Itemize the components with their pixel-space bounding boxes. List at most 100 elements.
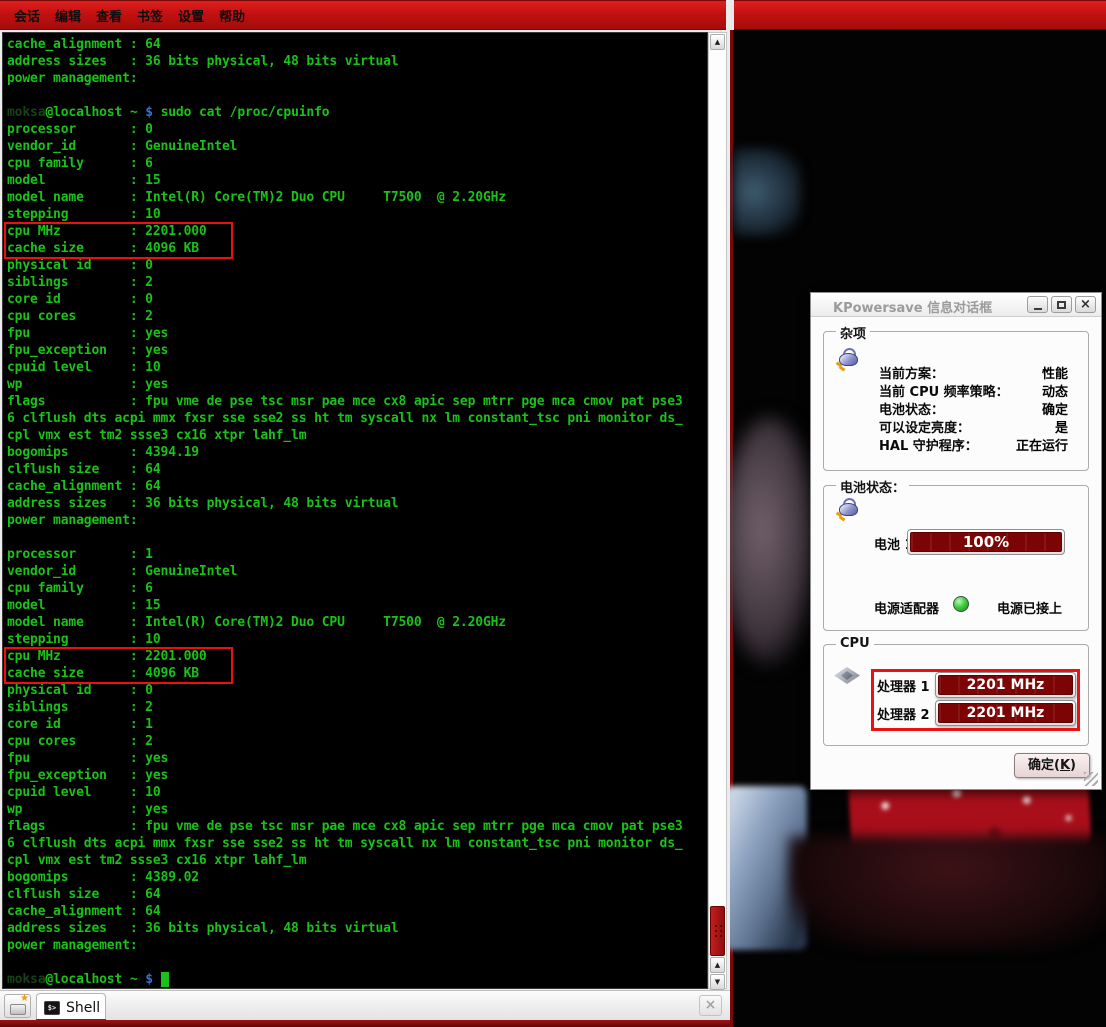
- ok-button[interactable]: 确定(K): [1014, 753, 1090, 778]
- scroll-up-button[interactable]: ▲: [710, 34, 725, 50]
- menu-item-2[interactable]: 查看: [96, 6, 122, 25]
- terminal-line: fpu : yes: [7, 750, 683, 767]
- info-label: 可以设定亮度：: [879, 417, 970, 435]
- terminal-line: fpu : yes: [7, 325, 683, 342]
- video-dark-region: [733, 148, 801, 236]
- terminal-line: siblings : 2: [7, 274, 683, 291]
- resize-grip[interactable]: [1084, 772, 1098, 786]
- menu-item-5[interactable]: 帮助: [219, 6, 245, 25]
- info-row: 当前方案：性能: [879, 363, 1068, 381]
- terminal-line: 6 clflush dts acpi mmx fxsr sse sse2 ss …: [7, 835, 683, 852]
- terminal-line: bogomips : 4394.19: [7, 444, 683, 461]
- adapter-status: 电源已接上: [997, 598, 1062, 617]
- terminal-line: processor : 1: [7, 546, 683, 563]
- maximize-button[interactable]: [1051, 296, 1072, 313]
- menu-item-3[interactable]: 书签: [137, 6, 163, 25]
- menu-item-0[interactable]: 会话: [14, 6, 40, 25]
- terminal-line: [7, 87, 683, 104]
- info-row: 当前 CPU 频率策略： 动态: [879, 381, 1068, 399]
- terminal-line: moksa@localhost ~ $ sudo cat /proc/cpuin…: [7, 104, 683, 121]
- terminal-line: [7, 529, 683, 546]
- terminal-line: bogomips : 4389.02: [7, 869, 683, 886]
- new-session-button[interactable]: ★: [4, 994, 31, 1018]
- info-row: HAL 守护程序：正在运行: [879, 435, 1068, 453]
- terminal-line: vendor_id : GenuineIntel: [7, 138, 683, 155]
- terminal-line: siblings : 2: [7, 699, 683, 716]
- group-misc-legend: 杂项: [836, 323, 870, 342]
- terminal-line: physical id : 0: [7, 257, 683, 274]
- scroll-down-button[interactable]: ▼: [710, 974, 725, 990]
- terminal-line: power management:: [7, 512, 683, 529]
- minimize-icon: [1034, 308, 1042, 310]
- right-top-bar: [734, 0, 1106, 30]
- terminal-line: address sizes : 36 bits physical, 48 bit…: [7, 495, 683, 512]
- terminal-cursor: [161, 972, 169, 987]
- terminal-line: core id : 1: [7, 716, 683, 733]
- group-cpu-legend: CPU: [836, 636, 874, 651]
- terminal-line: processor : 0: [7, 121, 683, 138]
- kpowersave-dialog: KPowersave 信息对话框 × 杂项 当前方案：性能当前 CPU 频率策略…: [810, 292, 1102, 790]
- info-label: 当前方案：: [879, 363, 944, 381]
- menu-bar: 会话编辑查看书签设置帮助: [0, 0, 726, 30]
- highlight-box-cpu-freq: [871, 669, 1080, 731]
- terminal-line: stepping : 10: [7, 206, 683, 223]
- terminal-line: model : 15: [7, 597, 683, 614]
- terminal-line: wp : yes: [7, 376, 683, 393]
- terminal-screen[interactable]: cache_alignment : 64address sizes : 36 b…: [2, 32, 708, 989]
- arrow-up-icon: ▲: [715, 961, 720, 969]
- minimize-button[interactable]: [1027, 296, 1048, 313]
- terminal-line: fpu_exception : yes: [7, 342, 683, 359]
- maximize-icon: [1057, 301, 1066, 309]
- terminal-line: clflush size : 64: [7, 886, 683, 903]
- menu-item-1[interactable]: 编辑: [55, 6, 81, 25]
- info-row: 可以设定亮度：是: [879, 417, 1068, 435]
- video-background: KPowersave 信息对话框 × 杂项 当前方案：性能当前 CPU 频率策略…: [730, 0, 1106, 1027]
- info-value: 动态: [1042, 381, 1068, 399]
- tab-label: Shell: [66, 1000, 100, 1016]
- info-value: 确定: [1042, 399, 1068, 417]
- terminal-line: address sizes : 36 bits physical, 48 bit…: [7, 53, 683, 70]
- menu-item-4[interactable]: 设置: [178, 6, 204, 25]
- session-tab-bar: ★ $> Shell ×: [0, 990, 730, 1020]
- terminal-line: vendor_id : GenuineIntel: [7, 563, 683, 580]
- info-label: 当前 CPU 频率策略：: [879, 381, 1009, 399]
- terminal-line: [7, 954, 683, 971]
- terminal-line: power management:: [7, 937, 683, 954]
- info-value: 正在运行: [1016, 435, 1068, 453]
- terminal-line: cpu cores : 2: [7, 308, 683, 325]
- terminal-line: power management:: [7, 70, 683, 87]
- terminal-line: cache_alignment : 64: [7, 36, 683, 53]
- close-session-button[interactable]: ×: [699, 995, 722, 1016]
- konsole-icon: $>: [44, 1001, 60, 1015]
- adapter-label: 电源适配器: [874, 598, 939, 617]
- terminal-line: cpl vmx est tm2 ssse3 cx16 xtpr lahf_lm: [7, 852, 683, 869]
- terminal-line: flags : fpu vme de pse tsc msr pae mce c…: [7, 393, 683, 410]
- scrollbar-thumb[interactable]: [710, 906, 725, 956]
- terminal-line: cpuid level : 10: [7, 359, 683, 376]
- dialog-titlebar[interactable]: KPowersave 信息对话框 ×: [811, 293, 1101, 317]
- group-battery-legend: 电池状态：: [836, 477, 909, 496]
- battery-progress-bar: 100%: [907, 529, 1065, 555]
- info-label: 电池状态：: [879, 399, 944, 417]
- video-dark-region: [730, 418, 817, 666]
- group-battery: 电池状态： 电池 1 100% 电源适配器 电源已接上: [823, 485, 1089, 631]
- cpu-chip-icon: [834, 667, 860, 684]
- terminal-line: cache_alignment : 64: [7, 478, 683, 495]
- arrow-down-icon: ▼: [715, 978, 720, 986]
- terminal-line: cache_alignment : 64: [7, 903, 683, 920]
- terminal-line: model name : Intel(R) Core(TM)2 Duo CPU …: [7, 189, 683, 206]
- arrow-up-icon: ▲: [715, 38, 720, 46]
- scroll-up-button-bottom[interactable]: ▲: [710, 957, 725, 973]
- star-icon: ★: [20, 994, 29, 1004]
- highlight-box-cpu0: [4, 222, 233, 259]
- highlight-box-cpu1: [4, 647, 233, 684]
- window-bottom-border: [0, 1020, 730, 1027]
- group-misc: 杂项 当前方案：性能当前 CPU 频率策略：动态电池状态：确定可以设定亮度：是H…: [823, 331, 1089, 471]
- info-row: 电池状态： 确定: [879, 399, 1068, 417]
- close-button[interactable]: ×: [1075, 296, 1096, 313]
- terminal-line: model name : Intel(R) Core(TM)2 Duo CPU …: [7, 614, 683, 631]
- terminal-line: cpu cores : 2: [7, 733, 683, 750]
- tab-shell[interactable]: $> Shell: [36, 993, 106, 1021]
- terminal-scrollbar[interactable]: ▲ ▲ ▼: [708, 32, 727, 989]
- terminal-line: physical id : 0: [7, 682, 683, 699]
